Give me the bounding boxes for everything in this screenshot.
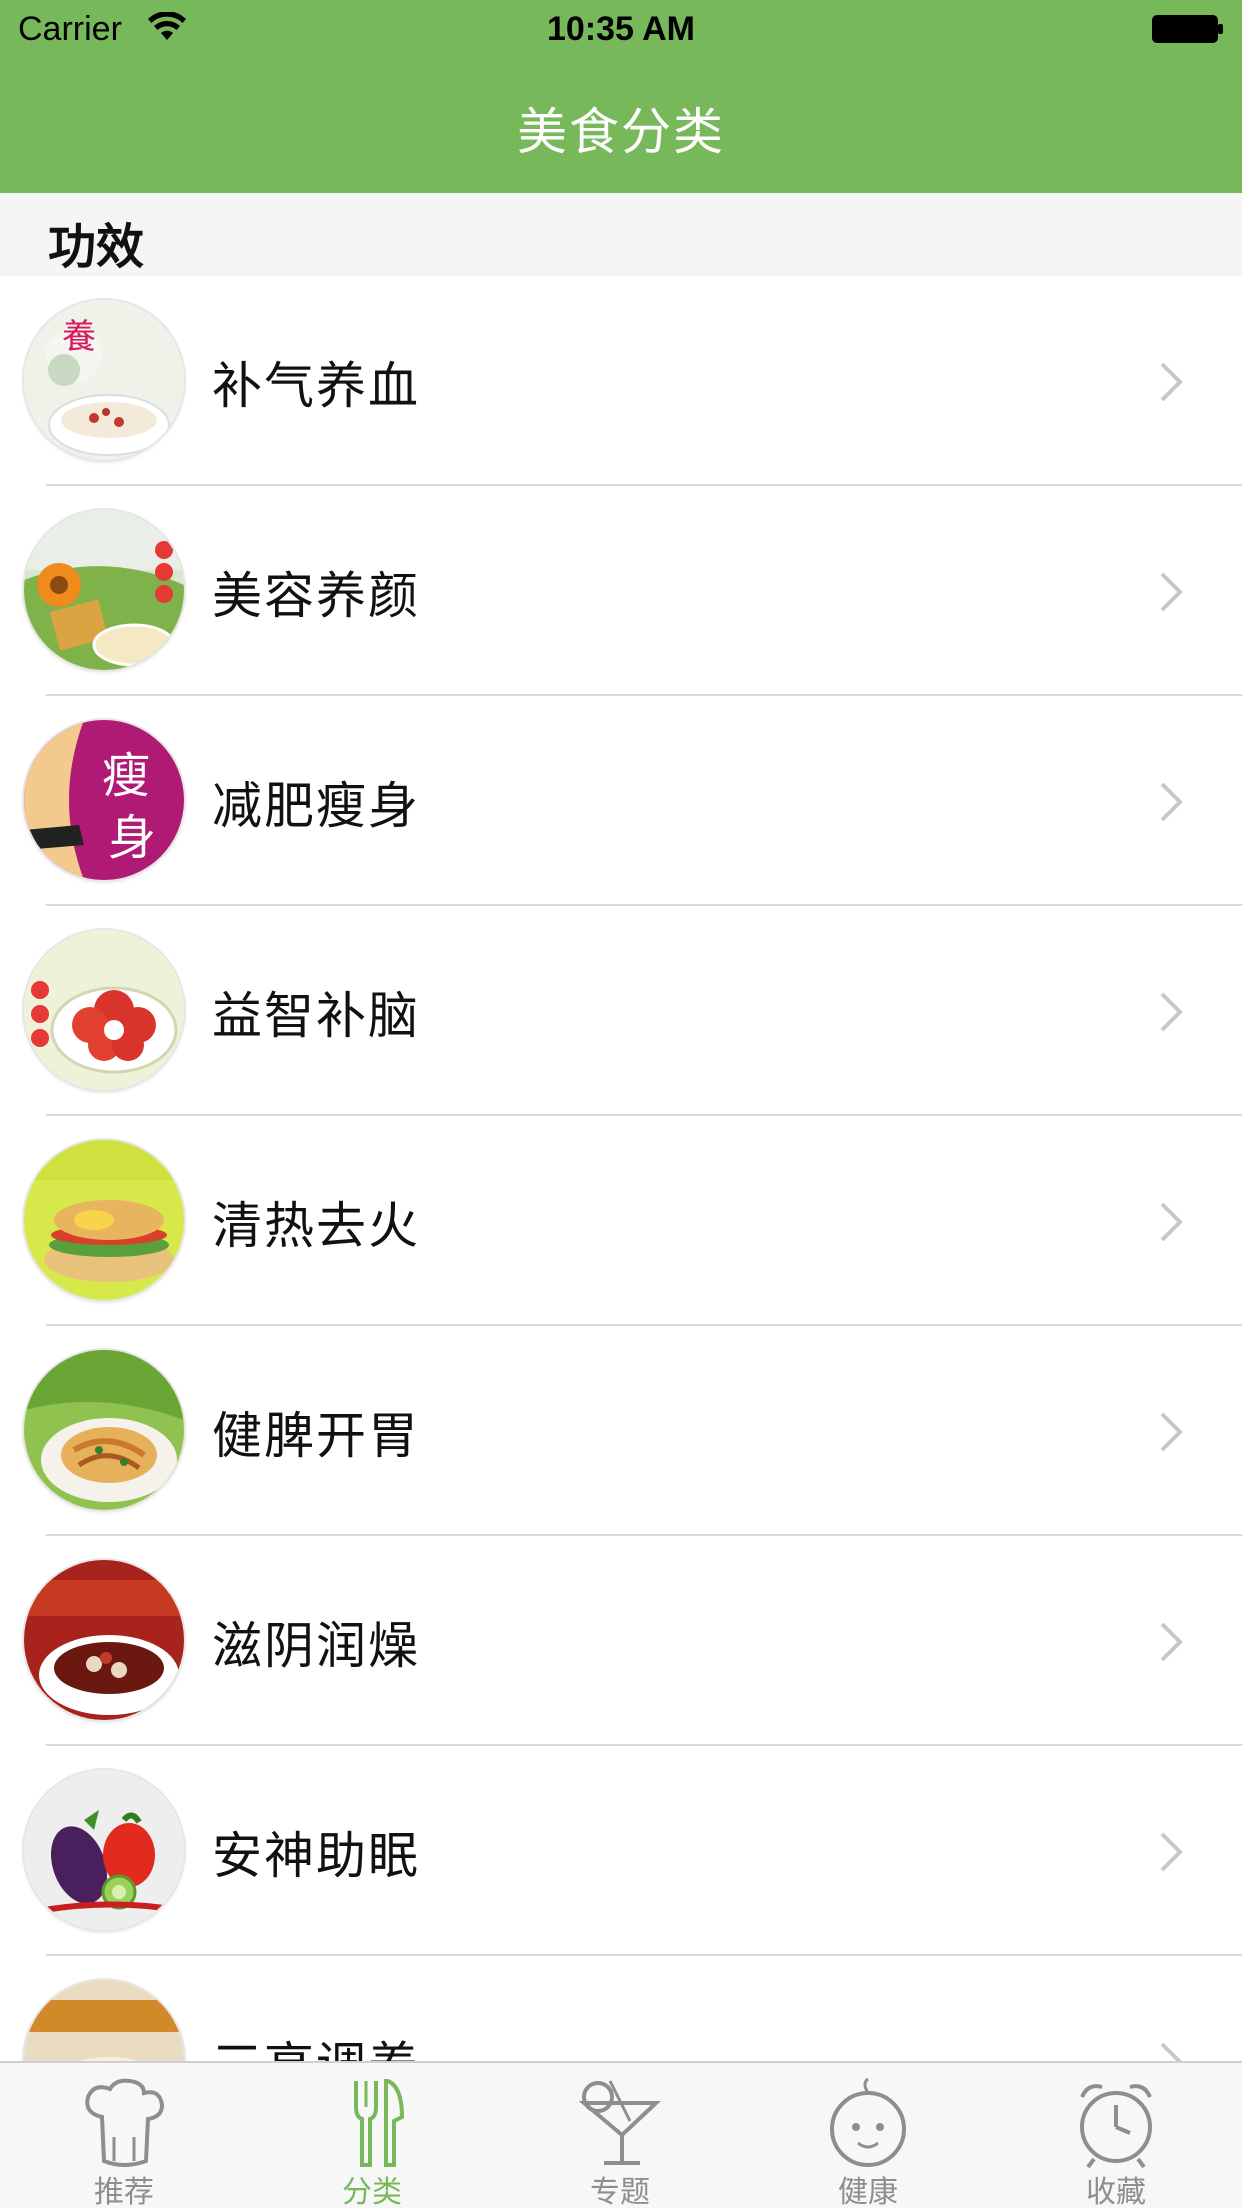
- vegetables-thumbnail: [24, 1770, 184, 1930]
- list-item[interactable]: 美容养颜: [0, 486, 1242, 696]
- svg-text:身: 身: [108, 810, 156, 866]
- chevron-right-icon: [1160, 992, 1183, 1032]
- category-label: 减肥瘦身: [212, 777, 420, 835]
- category-label: 益智补脑: [212, 987, 420, 1045]
- brain-food-thumbnail: [24, 930, 184, 1090]
- list-item[interactable]: 清热去火: [0, 1116, 1242, 1326]
- navigation-header: Carrier 10:35 AM 美食分类: [0, 0, 1242, 193]
- fork-knife-icon: [354, 2079, 405, 2167]
- beauty-food-thumbnail: [24, 510, 184, 670]
- tonic-soup-thumbnail: 養: [24, 300, 184, 460]
- status-bar: Carrier 10:35 AM: [0, 0, 1242, 60]
- category-label: 清热去火: [212, 1197, 420, 1255]
- tab-bar: 推荐 分类 专题 健康 收藏: [0, 2061, 1242, 2208]
- chevron-right-icon: [1160, 1202, 1183, 1242]
- chevron-right-icon: [1160, 782, 1183, 822]
- section-title: 功效: [48, 219, 145, 275]
- tab-label: 健康: [838, 2175, 898, 2208]
- chevron-right-icon: [1160, 1832, 1183, 1872]
- tab-recommend[interactable]: 推荐: [0, 2063, 248, 2208]
- nourishing-soup-thumbnail: [24, 1560, 184, 1720]
- category-label: 健脾开胃: [212, 1407, 420, 1465]
- chevron-right-icon: [1160, 1412, 1183, 1452]
- slimming-thumbnail: 瘦 身: [24, 720, 184, 880]
- alarm-clock-icon: [1080, 2084, 1152, 2169]
- tab-label: 推荐: [94, 2175, 154, 2208]
- cooling-food-thumbnail: [24, 1140, 184, 1300]
- tab-topics[interactable]: 专题: [496, 2063, 744, 2208]
- category-label: 美容养颜: [212, 567, 420, 625]
- tab-category[interactable]: 分类: [248, 2063, 496, 2208]
- appetite-food-thumbnail: [24, 1350, 184, 1510]
- chevron-right-icon: [1160, 362, 1183, 402]
- tab-health[interactable]: 健康: [744, 2063, 992, 2208]
- svg-text:瘦: 瘦: [102, 748, 150, 804]
- tab-label: 分类: [342, 2175, 402, 2208]
- category-label: 滋阴润燥: [212, 1617, 420, 1675]
- list-item[interactable]: 瘦 身 减肥瘦身: [0, 696, 1242, 906]
- page-title: 美食分类: [517, 103, 725, 161]
- tab-favorites[interactable]: 收藏: [992, 2063, 1240, 2208]
- tab-label: 专题: [590, 2175, 650, 2208]
- tab-label: 收藏: [1086, 2175, 1146, 2208]
- list-item[interactable]: 益智补脑: [0, 906, 1242, 1116]
- chef-hat-icon: [85, 2078, 165, 2167]
- battery-icon: [1152, 15, 1223, 43]
- category-label: 安神助眠: [212, 1827, 420, 1885]
- list-item[interactable]: 養 补气养血: [0, 276, 1242, 486]
- cocktail-icon: [578, 2080, 662, 2165]
- app-screen: Carrier 10:35 AM 美食分类 功效 養 补气养血 美容养颜 瘦 身…: [0, 0, 1242, 2208]
- svg-text:養: 養: [62, 317, 96, 357]
- list-item[interactable]: 安神助眠: [0, 1746, 1242, 1956]
- status-time: 10:35 AM: [546, 10, 696, 48]
- section-header: 功效: [0, 193, 1242, 276]
- chevron-right-icon: [1160, 1622, 1183, 1662]
- chevron-right-icon: [1160, 572, 1183, 612]
- baby-face-icon: [830, 2077, 906, 2167]
- list-item[interactable]: 健脾开胃: [0, 1326, 1242, 1536]
- list-item[interactable]: 滋阴润燥: [0, 1536, 1242, 1746]
- category-label: 补气养血: [212, 357, 420, 415]
